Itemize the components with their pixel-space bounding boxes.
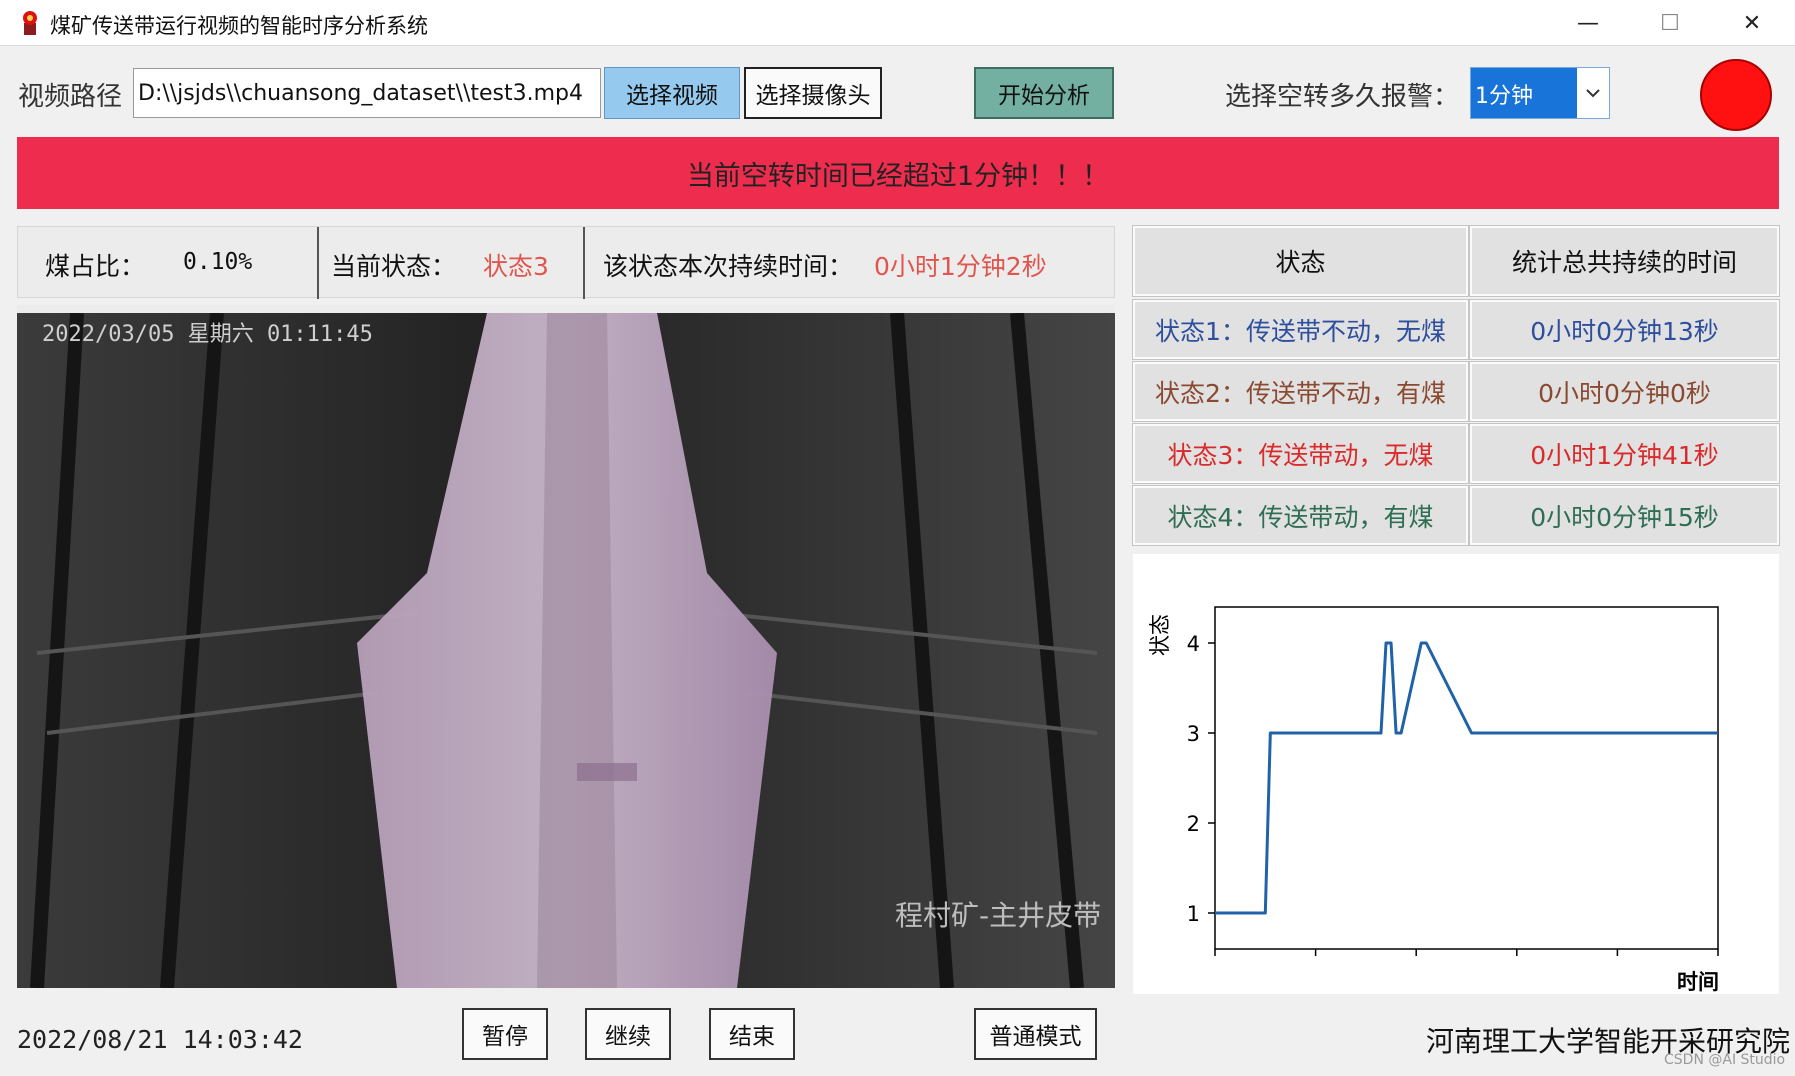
select-video-button[interactable]: 选择视频 <box>604 67 740 119</box>
coal-ratio-label: 煤占比： <box>45 252 146 281</box>
title-bar: 煤矿传送带运行视频的智能时序分析系统 — ☐ ✕ <box>0 0 1795 46</box>
alarm-duration-select[interactable]: 1分钟 <box>1470 67 1610 119</box>
minimize-button[interactable]: — <box>1548 0 1628 46</box>
state-statistics-table: 状态 统计总共持续的时间 状态1：传送带不动，无煤 0小时0分钟13秒 状态2：… <box>1132 225 1780 546</box>
table-cell-state1-time: 0小时0分钟13秒 <box>1469 299 1780 360</box>
video-camera-caption: 程村矿-主井皮带 <box>895 899 1101 932</box>
conveyor-belt-image: 2022/03/05 星期六 01:11:45 程村矿-主井皮带 <box>17 313 1115 988</box>
divider <box>583 227 585 299</box>
watermark: CSDN @AI Studio <box>1664 1052 1786 1068</box>
y-tick-label: 2 <box>1187 812 1200 836</box>
table-cell-state1: 状态1：传送带不动，无煤 <box>1132 299 1469 360</box>
window-title: 煤矿传送带运行视频的智能时序分析系统 <box>50 14 428 38</box>
y-tick-label: 4 <box>1187 632 1200 656</box>
start-analysis-button[interactable]: 开始分析 <box>974 67 1114 119</box>
table-cell-state3-time: 0小时1分钟41秒 <box>1469 423 1780 484</box>
alert-text: 当前空转时间已经超过1分钟！！！ <box>686 160 1110 192</box>
x-axis-label: 时间 <box>1677 970 1719 994</box>
pause-button[interactable]: 暂停 <box>462 1008 548 1060</box>
coal-ratio-value: 0.10% <box>183 249 253 275</box>
table-header-total-time: 统计总共持续的时间 <box>1469 225 1780 297</box>
state-duration-value: 0小时1分钟2秒 <box>874 252 1047 281</box>
state-series-line <box>1215 641 1718 915</box>
maximize-button[interactable]: ☐ <box>1630 0 1710 46</box>
select-camera-button[interactable]: 选择摄像头 <box>744 67 882 119</box>
video-path-label: 视频路径 <box>18 82 123 112</box>
state-duration-label: 该状态本次持续时间： <box>603 252 854 281</box>
table-cell-state3: 状态3：传送带动，无煤 <box>1132 423 1469 484</box>
alarm-duration-value: 1分钟 <box>1475 84 1533 109</box>
normal-mode-button[interactable]: 普通模式 <box>974 1008 1097 1060</box>
alert-banner: 当前空转时间已经超过1分钟！！！ <box>17 137 1779 209</box>
current-datetime: 2022/08/21 14:03:42 <box>17 1025 303 1054</box>
app-icon <box>23 11 37 35</box>
resume-button[interactable]: 继续 <box>585 1008 671 1060</box>
chart-plot-frame <box>1214 606 1719 950</box>
status-info-bar: 煤占比： 0.10% 当前状态： 状态3 该状态本次持续时间： 0小时1分钟2秒 <box>17 226 1115 299</box>
divider <box>317 227 319 299</box>
alarm-duration-label: 选择空转多久报警： <box>1225 82 1460 112</box>
table-cell-state2: 状态2：传送带不动，有煤 <box>1132 361 1469 422</box>
chart-canvas: 1 2 3 4 状态时间 <box>1148 606 1719 994</box>
video-path-input[interactable]: D:\\jsjds\\chuansong_dataset\\test3.mp4 <box>133 68 601 118</box>
alarm-indicator-light <box>1700 59 1772 131</box>
table-cell-state4-time: 0小时0分钟15秒 <box>1469 485 1780 546</box>
y-tick-label: 1 <box>1187 902 1200 926</box>
table-header-state: 状态 <box>1132 225 1469 297</box>
current-state-value: 状态3 <box>483 252 549 281</box>
current-state-label: 当前状态： <box>331 252 457 281</box>
end-button[interactable]: 结束 <box>709 1008 795 1060</box>
y-axis-label: 状态 <box>1148 614 1172 656</box>
table-cell-state4: 状态4：传送带动，有煤 <box>1132 485 1469 546</box>
video-frame: 2022/03/05 星期六 01:11:45 程村矿-主井皮带 <box>17 305 1115 988</box>
y-tick-label: 3 <box>1187 722 1200 746</box>
chevron-down-icon[interactable] <box>1577 68 1609 118</box>
table-cell-state2-time: 0小时0分钟0秒 <box>1469 361 1780 422</box>
state-timeline-chart: 1 2 3 4 状态时间 <box>1133 554 1779 994</box>
close-button[interactable]: ✕ <box>1712 0 1792 46</box>
video-timestamp: 2022/03/05 星期六 01:11:45 <box>42 322 373 347</box>
